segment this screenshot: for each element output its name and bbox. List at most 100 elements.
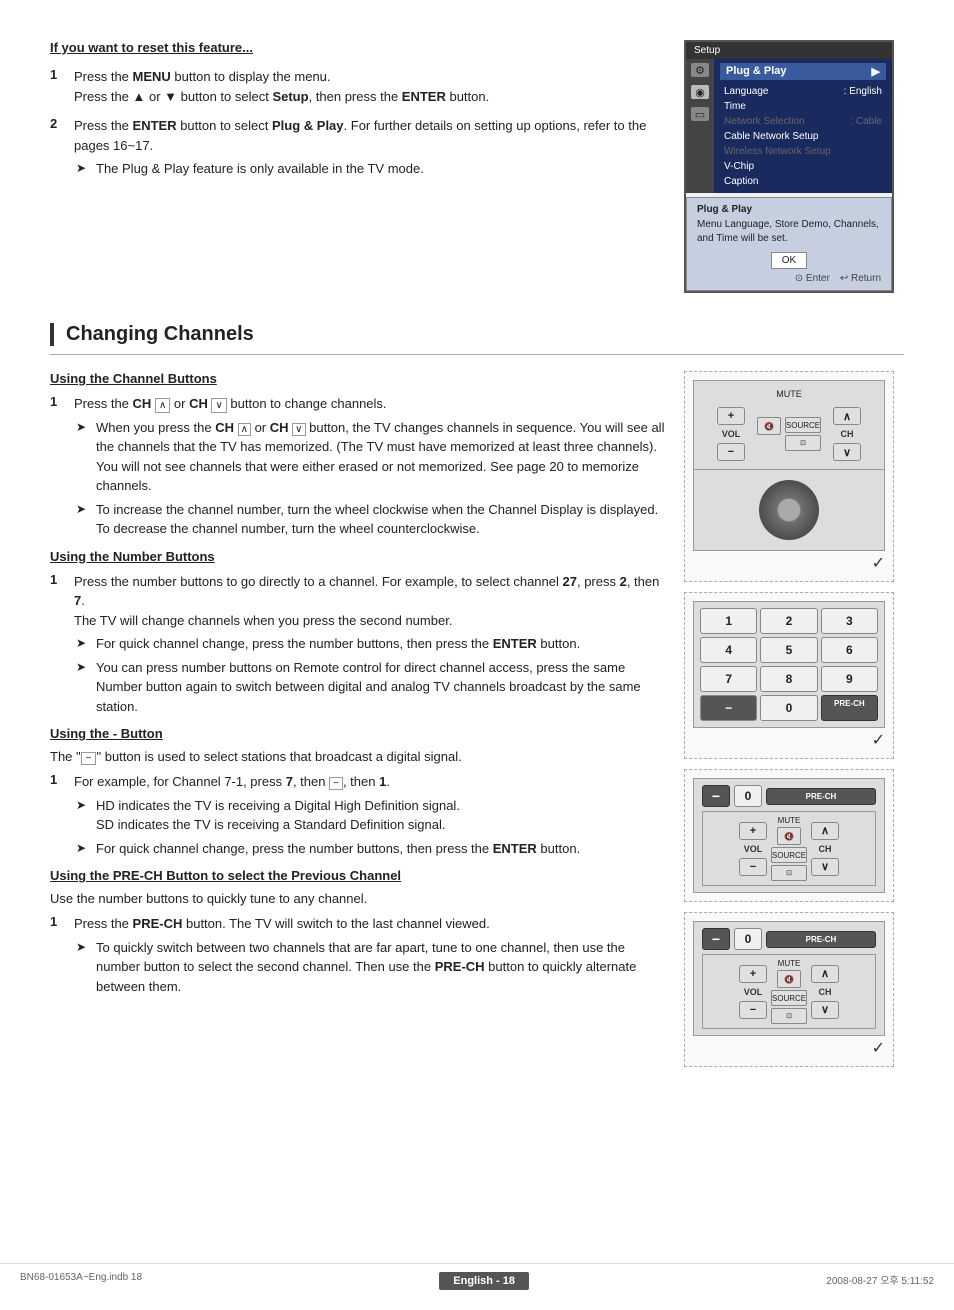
section-divider: Changing Channels <box>50 323 904 346</box>
num-1[interactable]: 1 <box>700 608 757 634</box>
center-controls: 🔇 SOURCE ⊡ <box>757 417 821 451</box>
precht-step-1-content: Press the PRE-CH button. The TV will swi… <box>74 914 668 996</box>
menu-item-caption: Caption <box>720 174 886 189</box>
item-language-label: Language <box>724 86 769 97</box>
item-wireless-label: Wireless Network Setup <box>724 146 831 157</box>
ch-down-btn[interactable]: ∨ <box>833 443 861 461</box>
ch-arrow-1: ➤ When you press the CH ∧ or CH ∨ button… <box>74 418 668 496</box>
dialog-text: Menu Language, Store Demo, Channels, and… <box>697 218 881 246</box>
num-7[interactable]: 7 <box>700 666 757 692</box>
mute-btn-2[interactable]: 🔇 <box>777 827 801 845</box>
vol-label-2: VOL <box>744 844 763 854</box>
vol-ch-row-2: + VOL − MUTE 🔇 SOURCE ⊡ ∧ <box>707 816 871 881</box>
menu-item-language: Language : English <box>720 84 886 99</box>
remote-numpad-box: 1 2 3 4 5 6 7 8 9 − 0 PRE-CH ✓ <box>684 592 894 759</box>
heading-precht: Using the PRE-CH Button to select the Pr… <box>50 868 668 883</box>
input-btn-2[interactable]: ⊡ <box>771 865 807 881</box>
num-dash[interactable]: − <box>700 695 757 721</box>
reset-heading: If you want to reset this feature... <box>50 40 664 55</box>
tv-dialog: Plug & Play Menu Language, Store Demo, C… <box>686 197 892 291</box>
dash-arrow-2-text: For quick channel change, press the numb… <box>96 839 580 859</box>
num-6[interactable]: 6 <box>821 637 878 663</box>
vol-ch-2: + VOL − MUTE 🔇 SOURCE ⊡ ∧ <box>702 811 876 886</box>
mute-btn-3[interactable]: 🔇 <box>777 970 801 988</box>
tv-menu-right: Plug & Play ▶ Language : English Time Ne… <box>714 59 892 193</box>
precht-btn-2[interactable]: PRE-CH <box>766 788 876 805</box>
ch-up-btn-3[interactable]: ∧ <box>811 965 839 983</box>
vol-plus-btn-3[interactable]: + <box>739 965 767 983</box>
dash-btn-2[interactable]: − <box>702 928 730 950</box>
zero-btn-2[interactable]: 0 <box>734 928 762 950</box>
num-arrow-1-text: For quick channel change, press the numb… <box>96 634 580 654</box>
num-step-1-content: Press the number buttons to go directly … <box>74 572 668 717</box>
vol-minus-btn-2[interactable]: − <box>739 858 767 876</box>
step-1: 1 Press the MENU button to display the m… <box>50 67 664 106</box>
step-2-num: 2 <box>50 116 66 179</box>
dialog-ok[interactable]: OK <box>771 252 807 269</box>
num-8[interactable]: 8 <box>760 666 817 692</box>
ch-down-btn-3[interactable]: ∨ <box>811 1001 839 1019</box>
ch-down-btn-2[interactable]: ∨ <box>811 858 839 876</box>
page: If you want to reset this feature... 1 P… <box>0 0 954 1310</box>
num-4[interactable]: 4 <box>700 637 757 663</box>
tv-menu-left: ⚙ ◉ ▭ <box>686 59 714 193</box>
dash-step-1-content: For example, for Channel 7-1, press 7, t… <box>74 772 668 858</box>
dash-intro: The "−" button is used to select station… <box>50 749 668 764</box>
dialog-title: Plug & Play <box>697 204 881 215</box>
num-5[interactable]: 5 <box>760 637 817 663</box>
center-3: MUTE 🔇 SOURCE ⊡ <box>771 959 807 1024</box>
dash-step-1-num: 1 <box>50 772 66 858</box>
vol-plus-btn-2[interactable]: + <box>739 822 767 840</box>
remote-vol-ch-box: MUTE + VOL − 🔇 SOURCE <box>684 371 894 582</box>
menu-arrow: ▶ <box>872 65 880 78</box>
ch-col: ∧ CH ∨ <box>833 407 861 461</box>
precht-btn-3[interactable]: PRE-CH <box>766 931 876 948</box>
num-2[interactable]: 2 <box>760 608 817 634</box>
channel-wheel[interactable] <box>759 480 819 540</box>
vol-col-2: + VOL − <box>739 822 767 876</box>
menu-icon-3: ▭ <box>691 107 709 121</box>
dash-arrow-1: ➤ HD indicates the TV is receiving a Dig… <box>74 796 668 835</box>
dash-step-1: 1 For example, for Channel 7-1, press 7,… <box>50 772 668 858</box>
menu-item-wireless: Wireless Network Setup <box>720 144 886 159</box>
vol-minus-btn[interactable]: − <box>717 443 745 461</box>
ch-up-btn-2[interactable]: ∧ <box>811 822 839 840</box>
heading-dash-button: Using the - Button <box>50 726 668 741</box>
precht-btn[interactable]: PRE-CH <box>821 695 878 721</box>
zero-btn-1[interactable]: 0 <box>734 785 762 807</box>
item-cable-label: Cable Network Setup <box>724 131 819 142</box>
bottom-row-2: − 0 PRE-CH <box>702 928 876 950</box>
num-9[interactable]: 9 <box>821 666 878 692</box>
precht-step-1: 1 Press the PRE-CH button. The TV will s… <box>50 914 668 996</box>
footer-left: BN68-01653A~Eng.indb 18 <box>20 1272 142 1290</box>
ch-col-2: ∧ CH ∨ <box>811 822 839 876</box>
step-2-arrow: ➤ The Plug & Play feature is only availa… <box>74 159 664 179</box>
ch-up-btn[interactable]: ∧ <box>833 407 861 425</box>
mute-btn[interactable]: 🔇 <box>757 417 781 435</box>
num-0[interactable]: 0 <box>760 695 817 721</box>
dialog-footer: ⊙ Enter ↩ Return <box>697 273 881 284</box>
mute-label-2: MUTE <box>778 816 801 825</box>
top-section: If you want to reset this feature... 1 P… <box>50 40 904 293</box>
ch-arrow-2: ➤ To increase the channel number, turn t… <box>74 500 668 539</box>
vol-plus-btn[interactable]: + <box>717 407 745 425</box>
source-btn-2[interactable]: SOURCE <box>771 847 807 863</box>
menu-title-text: Plug & Play <box>726 65 787 78</box>
arrow-sym-4: ➤ <box>76 658 90 717</box>
num-3[interactable]: 3 <box>821 608 878 634</box>
source-btn-3[interactable]: SOURCE <box>771 990 807 1006</box>
heading-channel-buttons: Using the Channel Buttons <box>50 371 668 386</box>
remote-bottom-1-box: − 0 PRE-CH + VOL − MUTE <box>684 769 894 902</box>
source-btn[interactable]: SOURCE <box>785 417 821 433</box>
tv-screen-container: Setup ⚙ ◉ ▭ Plug & Play ▶ Langua <box>684 40 904 293</box>
vol-col-3: + VOL − <box>739 965 767 1019</box>
page-footer: BN68-01653A~Eng.indb 18 English - 18 200… <box>0 1263 954 1290</box>
input-btn-3[interactable]: ⊡ <box>771 1008 807 1024</box>
mute-label-3: MUTE <box>778 959 801 968</box>
dash-btn-1[interactable]: − <box>702 785 730 807</box>
bottom-remote-1: − 0 PRE-CH + VOL − MUTE <box>693 778 885 893</box>
vol-minus-btn-3[interactable]: − <box>739 1001 767 1019</box>
main-images: MUTE + VOL − 🔇 SOURCE <box>684 371 904 1067</box>
input-btn[interactable]: ⊡ <box>785 435 821 451</box>
precht-arrow-1: ➤ To quickly switch between two channels… <box>74 938 668 997</box>
